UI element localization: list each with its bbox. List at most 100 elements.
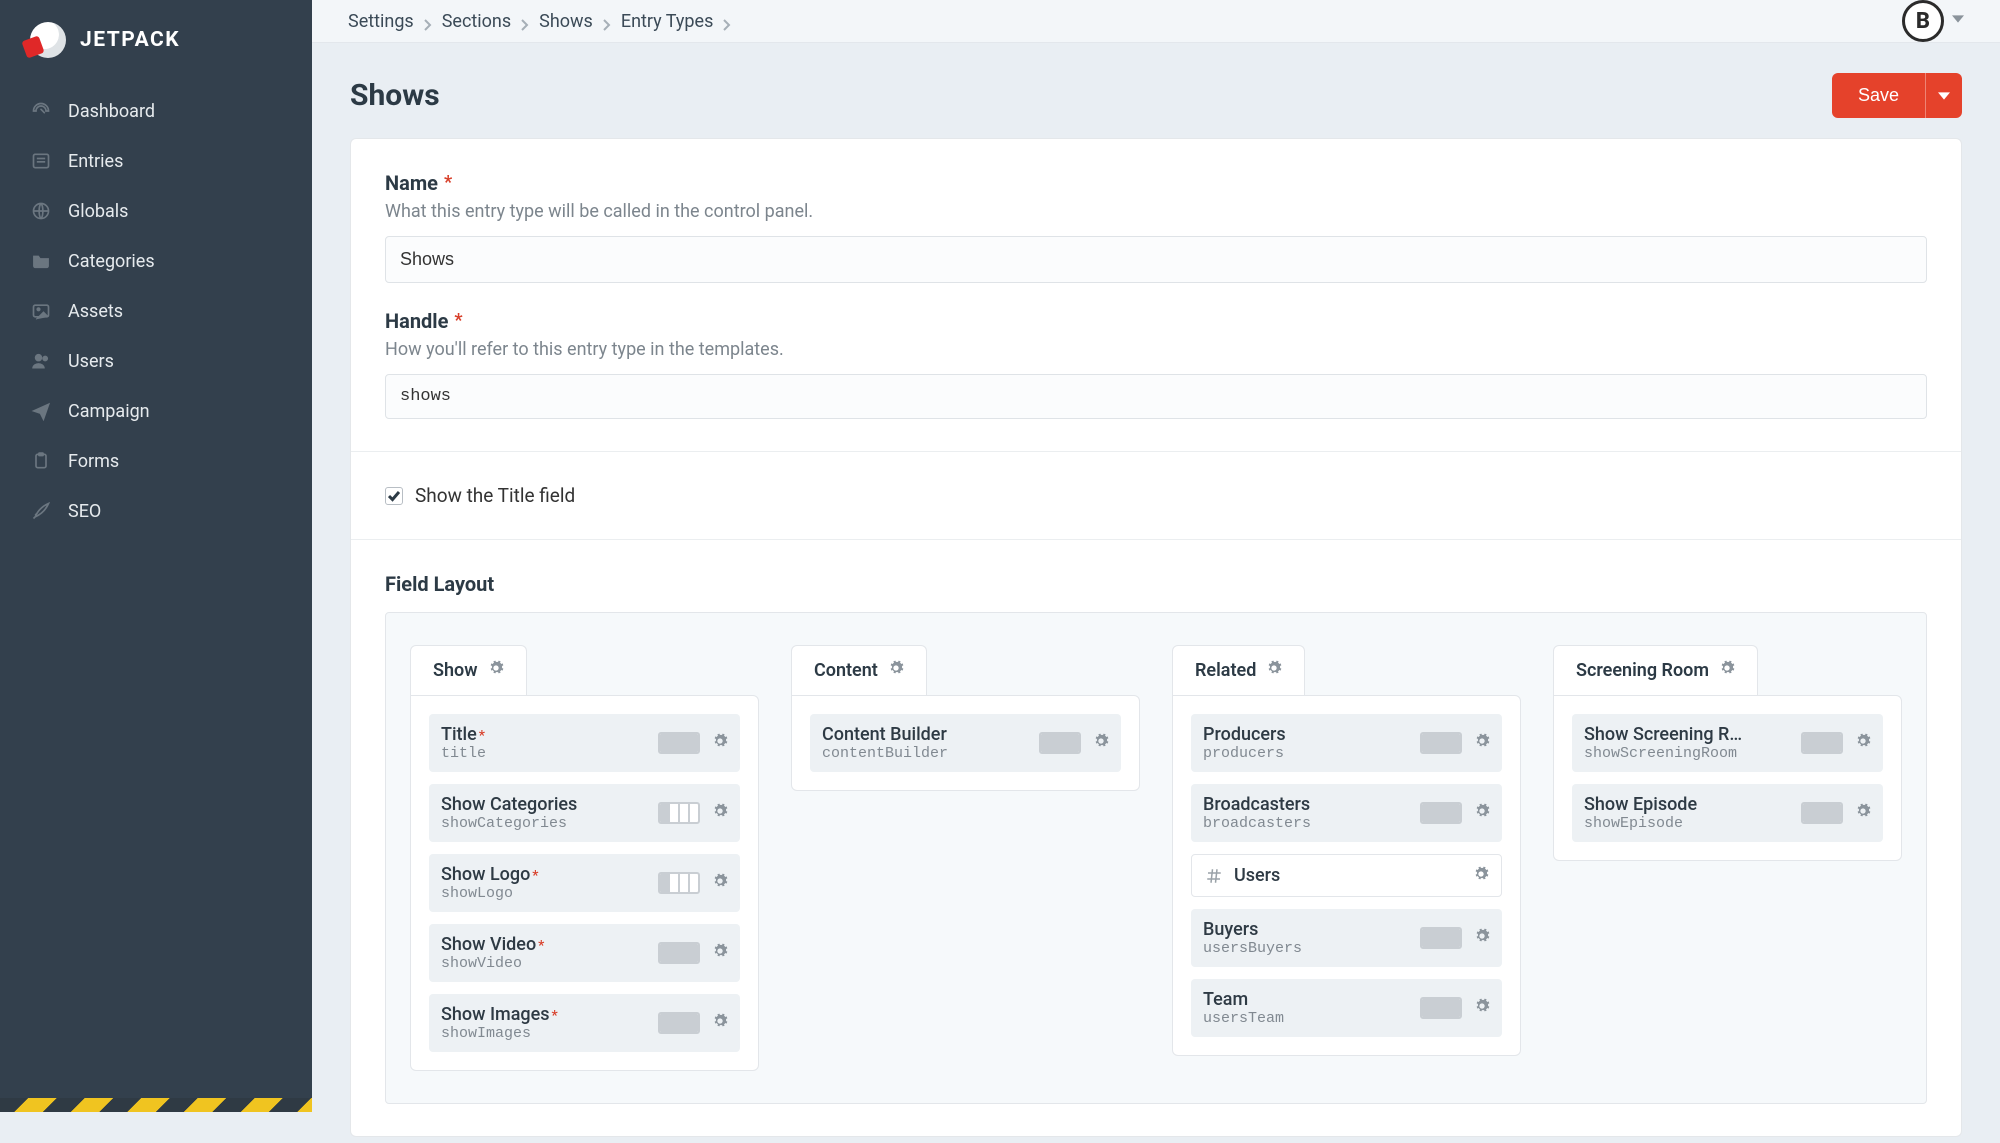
width-widget[interactable] xyxy=(658,802,700,824)
gear-icon[interactable] xyxy=(712,943,728,963)
save-menu-button[interactable] xyxy=(1925,73,1962,118)
gear-icon[interactable] xyxy=(1719,660,1735,681)
sidebar-item-globals[interactable]: Globals xyxy=(0,186,312,236)
user-menu-caret[interactable] xyxy=(1952,13,1964,29)
sidebar-item-forms[interactable]: Forms xyxy=(0,436,312,486)
chevron-right-icon xyxy=(721,15,733,27)
gear-icon[interactable] xyxy=(1474,928,1490,948)
gear-icon[interactable] xyxy=(1855,733,1871,753)
gear-icon[interactable] xyxy=(712,733,728,753)
field-handle: producers xyxy=(1203,745,1420,762)
breadcrumb-settings[interactable]: Settings xyxy=(348,11,414,32)
chevron-right-icon xyxy=(601,15,613,27)
field-chip[interactable]: Show Screening R…showScreeningRoom xyxy=(1572,714,1883,772)
field-chip[interactable]: Title*title xyxy=(429,714,740,772)
required-star: * xyxy=(479,728,485,744)
chevron-right-icon xyxy=(422,15,434,27)
width-widget[interactable] xyxy=(658,872,700,894)
handle-label: Handle xyxy=(385,309,448,333)
field-chip[interactable]: Content BuildercontentBuilder xyxy=(810,714,1121,772)
name-input[interactable] xyxy=(385,236,1927,283)
width-widget[interactable] xyxy=(1801,732,1843,754)
width-widget[interactable] xyxy=(658,942,700,964)
field-title: Show Logo* xyxy=(441,864,658,885)
gear-icon[interactable] xyxy=(1266,660,1282,681)
field-chip[interactable]: Show Video*showVideo xyxy=(429,924,740,982)
width-widget[interactable] xyxy=(1420,927,1462,949)
dev-mode-stripe xyxy=(0,1098,312,1112)
sidebar-item-entries[interactable]: Entries xyxy=(0,136,312,186)
gear-icon[interactable] xyxy=(1474,733,1490,753)
width-widget[interactable] xyxy=(1420,997,1462,1019)
width-widget[interactable] xyxy=(1039,732,1081,754)
field-chip[interactable]: TeamusersTeam xyxy=(1191,979,1502,1037)
gear-icon[interactable] xyxy=(712,873,728,893)
gear-icon[interactable] xyxy=(1474,998,1490,1018)
field-chip[interactable]: Broadcastersbroadcasters xyxy=(1191,784,1502,842)
tab-name: Screening Room xyxy=(1576,660,1709,681)
save-button[interactable]: Save xyxy=(1832,73,1925,118)
tab-name: Content xyxy=(814,660,878,681)
breadcrumb-shows[interactable]: Shows xyxy=(539,11,593,32)
globe-icon xyxy=(30,200,52,222)
sidebar-item-dashboard[interactable]: Dashboard xyxy=(0,86,312,136)
sidebar-item-categories[interactable]: Categories xyxy=(0,236,312,286)
field-chip[interactable]: Show Images*showImages xyxy=(429,994,740,1052)
handle-input[interactable] xyxy=(385,374,1927,419)
layout-tab-header[interactable]: Show xyxy=(410,645,527,695)
field-title: Buyers xyxy=(1203,919,1420,940)
field-handle: contentBuilder xyxy=(822,745,1039,762)
layout-tab-header[interactable]: Related xyxy=(1172,645,1305,695)
width-widget[interactable] xyxy=(1420,802,1462,824)
form-panel: Name * What this entry type will be call… xyxy=(350,138,1962,1137)
gear-icon[interactable] xyxy=(488,660,504,681)
layout-tab-content: Content Content BuildercontentBuilder xyxy=(791,645,1140,791)
breadcrumb-sections[interactable]: Sections xyxy=(442,11,511,32)
field-title: Title* xyxy=(441,724,658,745)
show-title-checkbox-row[interactable]: Show the Title field xyxy=(385,484,1927,507)
folder-icon xyxy=(30,250,52,272)
users-icon xyxy=(30,350,52,372)
sidebar-item-users[interactable]: Users xyxy=(0,336,312,386)
gear-icon[interactable] xyxy=(712,803,728,823)
tab-name: Show xyxy=(433,660,478,681)
brand[interactable]: JETPACK xyxy=(0,0,312,80)
gear-icon[interactable] xyxy=(1474,803,1490,823)
gear-icon[interactable] xyxy=(1093,733,1109,753)
layout-tab-header[interactable]: Content xyxy=(791,645,927,695)
name-hint: What this entry type will be called in t… xyxy=(385,201,1927,222)
sidebar-item-assets[interactable]: Assets xyxy=(0,286,312,336)
layout-tab-body[interactable]: Producersproducers Broadcastersbroadcaste… xyxy=(1172,695,1521,1056)
width-widget[interactable] xyxy=(658,1012,700,1034)
sidebar-item-label: SEO xyxy=(68,501,101,522)
user-avatar[interactable]: B xyxy=(1902,0,1944,42)
field-chip[interactable]: Producersproducers xyxy=(1191,714,1502,772)
main: Settings Sections Shows Entry Types B Show s… xyxy=(312,0,2000,1112)
layout-tab-header[interactable]: Screening Room xyxy=(1553,645,1758,695)
field-chip[interactable]: Show Logo*showLogo xyxy=(429,854,740,912)
layout-tab-body[interactable]: Content BuildercontentBuilder xyxy=(791,695,1140,791)
gear-icon[interactable] xyxy=(1855,803,1871,823)
field-chip[interactable]: Users xyxy=(1191,854,1502,897)
field-handle: showVideo xyxy=(441,955,658,972)
layout-tab-body[interactable]: Title*title Show CategoriesshowCategories… xyxy=(410,695,759,1071)
width-widget[interactable] xyxy=(1420,732,1462,754)
field-layout-label: Field Layout xyxy=(385,572,1927,596)
field-handle: showScreeningRoom xyxy=(1584,745,1801,762)
width-widget[interactable] xyxy=(1801,802,1843,824)
layout-tab-body[interactable]: Show Screening R…showScreeningRoom Show E… xyxy=(1553,695,1902,861)
layout-tab-screening-room: Screening Room Show Screening R…showScree… xyxy=(1553,645,1902,861)
gear-icon[interactable] xyxy=(1473,866,1489,886)
layout-tab-show: Show Title*title Show CategoriesshowCatego… xyxy=(410,645,759,1071)
breadcrumb-entry-types[interactable]: Entry Types xyxy=(621,11,714,32)
sidebar-item-campaign[interactable]: Campaign xyxy=(0,386,312,436)
gear-icon[interactable] xyxy=(712,1013,728,1033)
field-layout-designer[interactable]: Show Title*title Show CategoriesshowCatego… xyxy=(385,612,1927,1104)
field-chip[interactable]: Show CategoriesshowCategories xyxy=(429,784,740,842)
gear-icon[interactable] xyxy=(888,660,904,681)
field-title: Broadcasters xyxy=(1203,794,1420,815)
sidebar-item-seo[interactable]: SEO xyxy=(0,486,312,536)
width-widget[interactable] xyxy=(658,732,700,754)
field-chip[interactable]: BuyersusersBuyers xyxy=(1191,909,1502,967)
field-chip[interactable]: Show EpisodeshowEpisode xyxy=(1572,784,1883,842)
